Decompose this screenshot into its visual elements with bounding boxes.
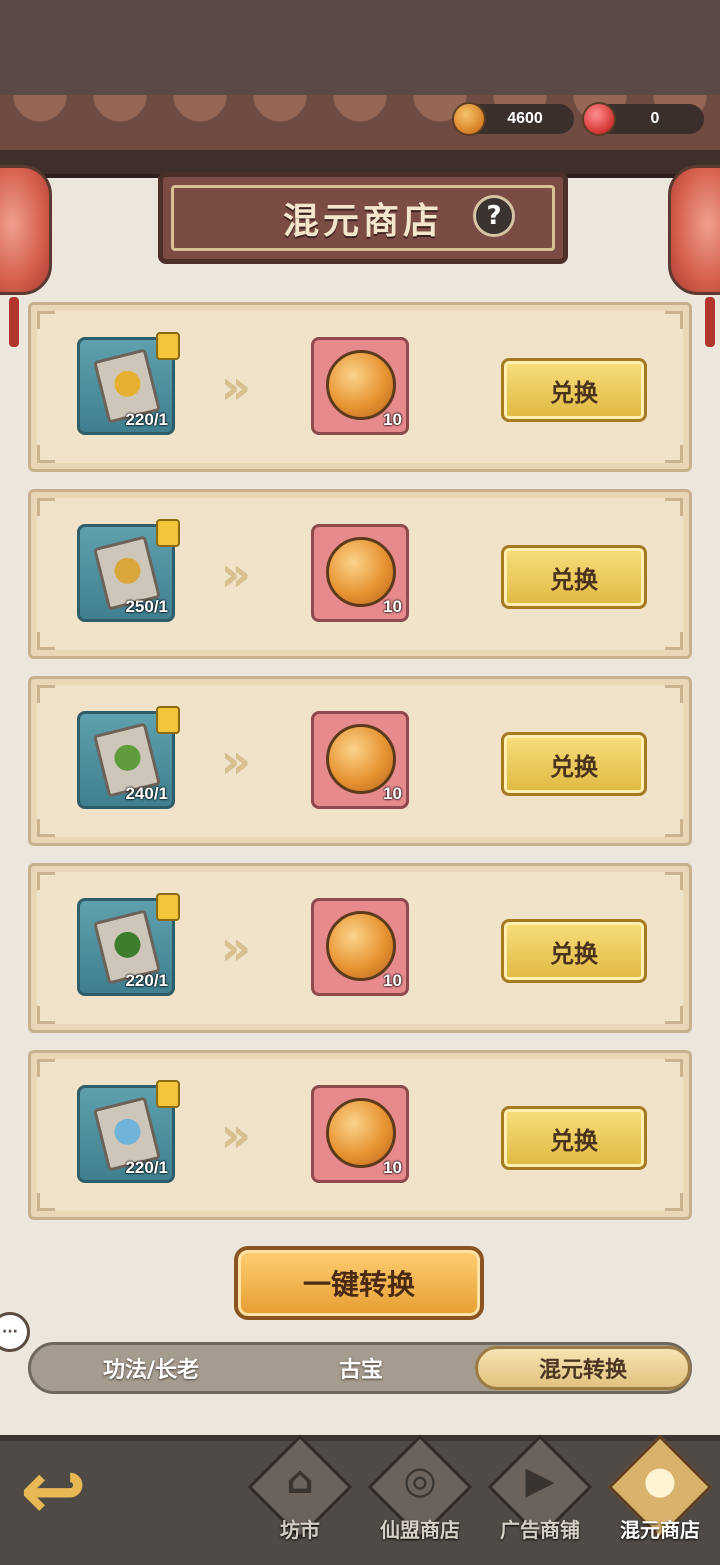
reward-count: 10: [383, 971, 402, 990]
nav-label-alliance-shop: 仙盟商店: [380, 1518, 460, 1542]
shop-tab-bar: 功法/长老 古宝 混元转换: [28, 1342, 692, 1394]
puzzle-piece-icon: [156, 332, 180, 360]
exchange-row: 220/1 » 10 兑换: [28, 302, 692, 472]
fragment-count: 220/1: [125, 410, 168, 429]
reward-count: 10: [383, 784, 402, 803]
nav-label-hunyuan-shop: 混元商店: [620, 1518, 700, 1542]
gold-currency-value: 4600: [507, 110, 543, 127]
puzzle-piece-icon: [156, 519, 180, 547]
reward-orb-item[interactable]: 10: [311, 524, 409, 622]
puzzle-piece-icon: [156, 893, 180, 921]
puzzle-piece-icon: [156, 1080, 180, 1108]
technique-book-item[interactable]: 240/1: [77, 706, 180, 809]
chat-bubble-icon[interactable]: ···: [0, 1312, 30, 1352]
exchange-row: 240/1 » 10 兑换: [28, 676, 692, 846]
gold-currency-display[interactable]: 4600: [452, 102, 574, 136]
fragment-count: 220/1: [125, 971, 168, 990]
exchange-list: 220/1 » 10 兑换 250/1 » 10 兑换 240/1 » 10 兑…: [28, 302, 692, 1237]
reward-orb-item[interactable]: 10: [311, 711, 409, 809]
back-arrow-icon[interactable]: ↩: [20, 1450, 116, 1532]
exchange-button[interactable]: 兑换: [501, 545, 647, 609]
nav-label-ad-shop: 广告商铺: [500, 1518, 580, 1542]
double-chevron-icon: »: [221, 360, 250, 414]
leaf-book-icon: [111, 742, 144, 774]
technique-book-item[interactable]: 220/1: [77, 893, 180, 996]
lightning-book-icon: [111, 368, 144, 400]
nav-market[interactable]: ⌂ 坊市: [245, 1434, 355, 1560]
reward-orb-item[interactable]: 10: [311, 1085, 409, 1183]
nav-label-market: 坊市: [280, 1518, 320, 1542]
shield-book-icon: [111, 555, 144, 587]
exchange-button[interactable]: 兑换: [501, 732, 647, 796]
red-orb-icon: [582, 102, 616, 136]
fragment-count: 220/1: [125, 1158, 168, 1177]
double-chevron-icon: »: [221, 734, 250, 788]
nav-hunyuan-shop[interactable]: ● 混元商店: [605, 1434, 715, 1560]
exchange-button[interactable]: 兑换: [501, 919, 647, 983]
exchange-button[interactable]: 兑换: [501, 358, 647, 422]
reward-count: 10: [383, 597, 402, 616]
double-chevron-icon: »: [221, 547, 250, 601]
tab-hunyuan-convert[interactable]: 混元转换: [475, 1346, 691, 1390]
page-title: 混元商店: [282, 201, 443, 242]
technique-book-item[interactable]: 220/1: [77, 1080, 180, 1183]
fragment-count: 250/1: [125, 597, 168, 616]
lantern-left: [0, 165, 52, 347]
puzzle-piece-icon: [156, 706, 180, 734]
red-currency-value: 0: [650, 110, 660, 127]
gold-coin-icon: [452, 102, 486, 136]
help-button[interactable]: ?: [473, 195, 515, 237]
exchange-row: 250/1 » 10 兑换: [28, 489, 692, 659]
technique-book-item[interactable]: 250/1: [77, 519, 180, 622]
exchange-row: 220/1 » 10 兑换: [28, 863, 692, 1033]
lantern-right: [668, 165, 720, 347]
reward-orb-item[interactable]: 10: [311, 337, 409, 435]
fragment-count: 240/1: [125, 784, 168, 803]
double-chevron-icon: »: [221, 921, 250, 975]
water-book-icon: [111, 1116, 144, 1148]
reward-count: 10: [383, 1158, 402, 1177]
double-chevron-icon: »: [221, 1108, 250, 1162]
technique-book-item[interactable]: 220/1: [77, 332, 180, 435]
convert-all-button[interactable]: 一键转换: [234, 1246, 484, 1320]
tab-ancient-treasure[interactable]: 古宝: [261, 1345, 461, 1391]
nav-alliance-shop[interactable]: ◎ 仙盟商店: [365, 1434, 475, 1560]
reward-orb-item[interactable]: 10: [311, 898, 409, 996]
tab-techniques-elders[interactable]: 功法/长老: [51, 1345, 251, 1391]
poison-book-icon: [111, 929, 144, 961]
exchange-button[interactable]: 兑换: [501, 1106, 647, 1170]
exchange-row: 220/1 » 10 兑换: [28, 1050, 692, 1220]
red-currency-display[interactable]: 0: [582, 102, 704, 136]
nav-ad-shop[interactable]: ▶ 广告商铺: [485, 1434, 595, 1560]
reward-count: 10: [383, 410, 402, 429]
